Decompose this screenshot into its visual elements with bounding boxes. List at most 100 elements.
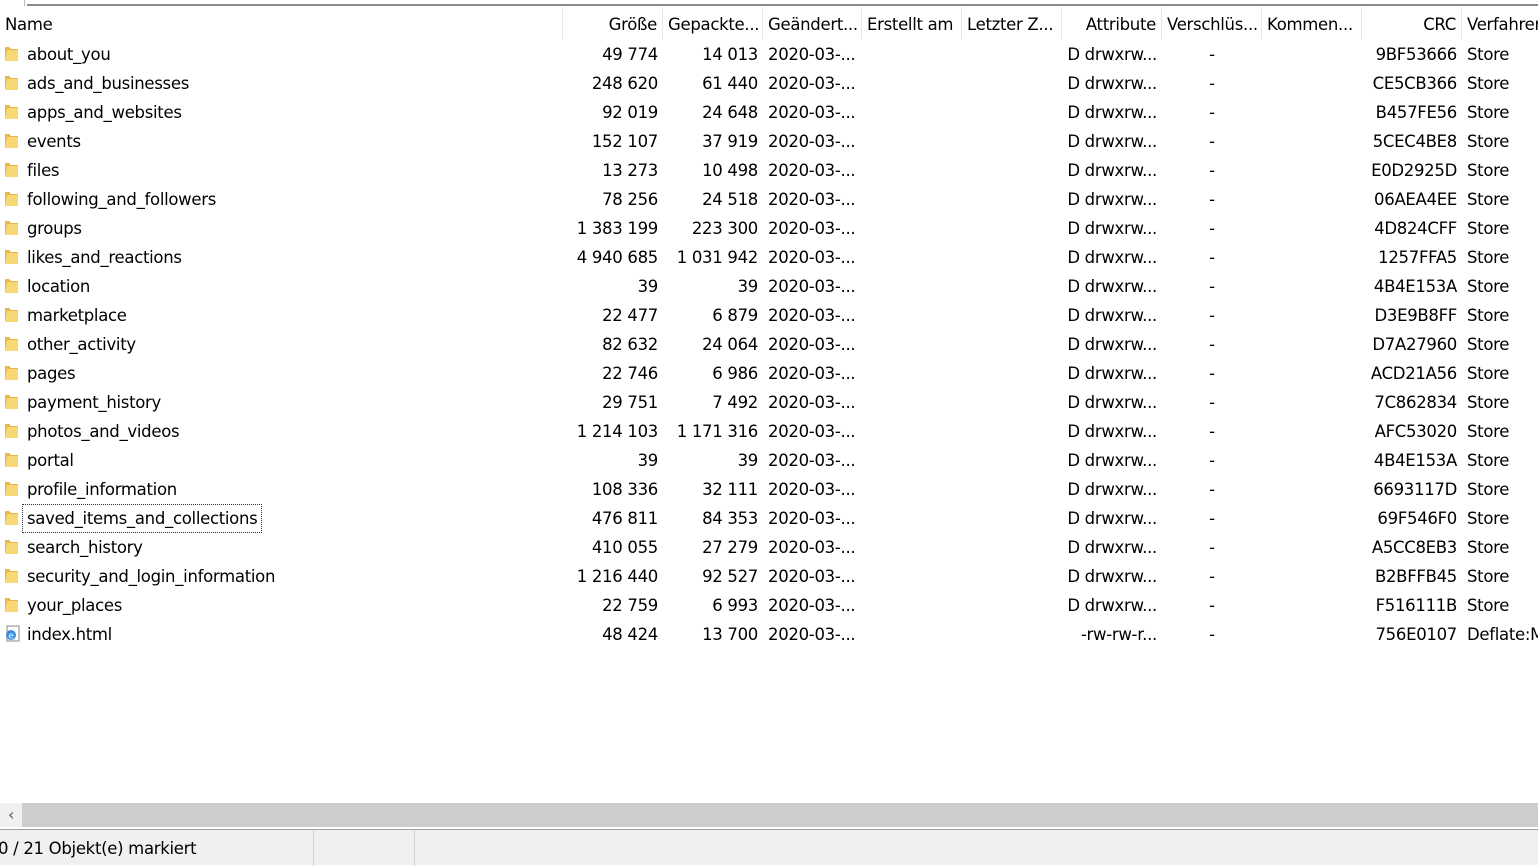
file-row[interactable]: about_you 49 774 14 013 2020-03-... D drwxrw… — [0, 40, 1538, 69]
cell-method: Store — [1462, 388, 1538, 417]
cell-encrypted: - — [1162, 127, 1262, 156]
cell-packed-size: 39 — [663, 446, 763, 475]
cell-packed-size: 24 648 — [663, 98, 763, 127]
selection-status: 0 / 21 Objekt(e) markiert — [0, 830, 314, 866]
file-row[interactable]: apps_and_websites 92 019 24 648 2020-03-...… — [0, 98, 1538, 127]
folder-icon — [4, 538, 19, 555]
cell-attributes: D drwxrw... — [1062, 156, 1162, 185]
cell-crc: 9BF53666 — [1362, 40, 1462, 69]
cell-attributes: D drwxrw... — [1062, 272, 1162, 301]
cell-packed-size: 14 013 — [663, 40, 763, 69]
file-row[interactable]: payment_history 29 751 7 492 2020-03-... D d… — [0, 388, 1538, 417]
file-row[interactable]: other_activity 82 632 24 064 2020-03-... D d… — [0, 330, 1538, 359]
cell-name: profile_information — [22, 475, 182, 504]
cell-size: 4 940 685 — [563, 243, 663, 272]
cell-name: other_activity — [22, 330, 141, 359]
cell-name: apps_and_websites — [22, 98, 187, 127]
cell-method: Store — [1462, 475, 1538, 504]
file-row[interactable]: security_and_login_information 1 216 440 9… — [0, 562, 1538, 591]
cell-name: groups — [22, 214, 87, 243]
column-header-created[interactable]: Erstellt am — [862, 7, 962, 40]
column-header-comment[interactable]: Kommen... — [1262, 7, 1362, 40]
cell-modified: 2020-03-... — [763, 591, 862, 620]
column-header-method[interactable]: Verfahren — [1462, 7, 1538, 40]
cell-crc: 7C862834 — [1362, 388, 1462, 417]
cell-modified: 2020-03-... — [763, 127, 862, 156]
folder-icon — [4, 132, 19, 149]
column-header-accessed[interactable]: Letzter Z... — [962, 7, 1062, 40]
cell-crc: 06AEA4EE — [1362, 185, 1462, 214]
folder-icon — [4, 219, 19, 236]
cell-size: 1 214 103 — [563, 417, 663, 446]
file-row[interactable]: saved_items_and_collections 476 811 84 353… — [0, 504, 1538, 533]
cell-attributes: D drwxrw... — [1062, 504, 1162, 533]
file-row[interactable]: photos_and_videos 1 214 103 1 171 316 2020-… — [0, 417, 1538, 446]
file-row[interactable]: e index.html 48 424 13 700 2020-03-... -rw-rw… — [0, 620, 1538, 649]
file-row[interactable]: groups 1 383 199 223 300 2020-03-... D drwxr… — [0, 214, 1538, 243]
file-row[interactable]: your_places 22 759 6 993 2020-03-... D drwxr… — [0, 591, 1538, 620]
cell-modified: 2020-03-... — [763, 214, 862, 243]
file-row[interactable]: following_and_followers 78 256 24 518 2020-… — [0, 185, 1538, 214]
cell-attributes: D drwxrw... — [1062, 533, 1162, 562]
cell-attributes: D drwxrw... — [1062, 214, 1162, 243]
cell-size: 108 336 — [563, 475, 663, 504]
column-header-encrypted[interactable]: Verschlüs... — [1162, 7, 1262, 40]
cell-attributes: D drwxrw... — [1062, 446, 1162, 475]
cell-encrypted: - — [1162, 475, 1262, 504]
cell-method: Store — [1462, 69, 1538, 98]
cell-packed-size: 6 986 — [663, 359, 763, 388]
cell-attributes: D drwxrw... — [1062, 243, 1162, 272]
cell-attributes: D drwxrw... — [1062, 475, 1162, 504]
file-row[interactable]: portal 39 39 2020-03-... D drwxrw... - 4B4E153… — [0, 446, 1538, 475]
cell-modified: 2020-03-... — [763, 301, 862, 330]
column-header-size[interactable]: Größe — [563, 7, 663, 40]
file-row[interactable]: likes_and_reactions 4 940 685 1 031 942 202… — [0, 243, 1538, 272]
cell-method: Store — [1462, 359, 1538, 388]
cell-name: marketplace — [22, 301, 132, 330]
cell-attributes: D drwxrw... — [1062, 562, 1162, 591]
cell-encrypted: - — [1162, 214, 1262, 243]
cell-encrypted: - — [1162, 504, 1262, 533]
cell-crc: 4B4E153A — [1362, 446, 1462, 475]
column-header-packed-size[interactable]: Gepackte... — [663, 7, 763, 40]
file-row[interactable]: marketplace 22 477 6 879 2020-03-... D drwxr… — [0, 301, 1538, 330]
cell-name: events — [22, 127, 86, 156]
cell-attributes: D drwxrw... — [1062, 388, 1162, 417]
file-row[interactable]: events 152 107 37 919 2020-03-... D drwxrw..… — [0, 127, 1538, 156]
cell-size: 48 424 — [563, 620, 663, 649]
cell-encrypted: - — [1162, 98, 1262, 127]
scroll-left-button[interactable]: ‹ — [0, 803, 22, 827]
cell-method: Store — [1462, 330, 1538, 359]
folder-icon — [4, 306, 19, 323]
column-header-name[interactable]: Name — [0, 7, 563, 40]
folder-icon — [4, 45, 19, 62]
cell-attributes: -rw-rw-r... — [1062, 620, 1162, 649]
cell-encrypted: - — [1162, 591, 1262, 620]
cell-packed-size: 39 — [663, 272, 763, 301]
cell-name: location — [22, 272, 95, 301]
cell-modified: 2020-03-... — [763, 388, 862, 417]
column-header-crc[interactable]: CRC — [1362, 7, 1462, 40]
file-row[interactable]: files 13 273 10 498 2020-03-... D drwxrw... -… — [0, 156, 1538, 185]
column-header-modified[interactable]: Geändert... — [763, 7, 862, 40]
cell-encrypted: - — [1162, 388, 1262, 417]
cell-crc: 5CEC4BE8 — [1362, 127, 1462, 156]
file-row[interactable]: location 39 39 2020-03-... D drwxrw... - 4B4E1… — [0, 272, 1538, 301]
cell-encrypted: - — [1162, 40, 1262, 69]
cell-packed-size: 6 993 — [663, 591, 763, 620]
cell-name: likes_and_reactions — [22, 243, 187, 272]
file-row[interactable]: search_history 410 055 27 279 2020-03-... D … — [0, 533, 1538, 562]
column-header-attributes[interactable]: Attribute — [1062, 7, 1162, 40]
file-row[interactable]: ads_and_businesses 248 620 61 440 2020-03-.… — [0, 69, 1538, 98]
cell-size: 82 632 — [563, 330, 663, 359]
cell-attributes: D drwxrw... — [1062, 185, 1162, 214]
cell-packed-size: 24 518 — [663, 185, 763, 214]
file-row[interactable]: profile_information 108 336 32 111 2020-03-… — [0, 475, 1538, 504]
horizontal-scrollbar[interactable]: ‹ — [0, 803, 1538, 827]
cell-modified: 2020-03-... — [763, 156, 862, 185]
cell-size: 39 — [563, 446, 663, 475]
file-row[interactable]: pages 22 746 6 986 2020-03-... D drwxrw... - A… — [0, 359, 1538, 388]
cell-name: portal — [22, 446, 79, 475]
cell-packed-size: 24 064 — [663, 330, 763, 359]
svg-text:e: e — [8, 632, 14, 642]
